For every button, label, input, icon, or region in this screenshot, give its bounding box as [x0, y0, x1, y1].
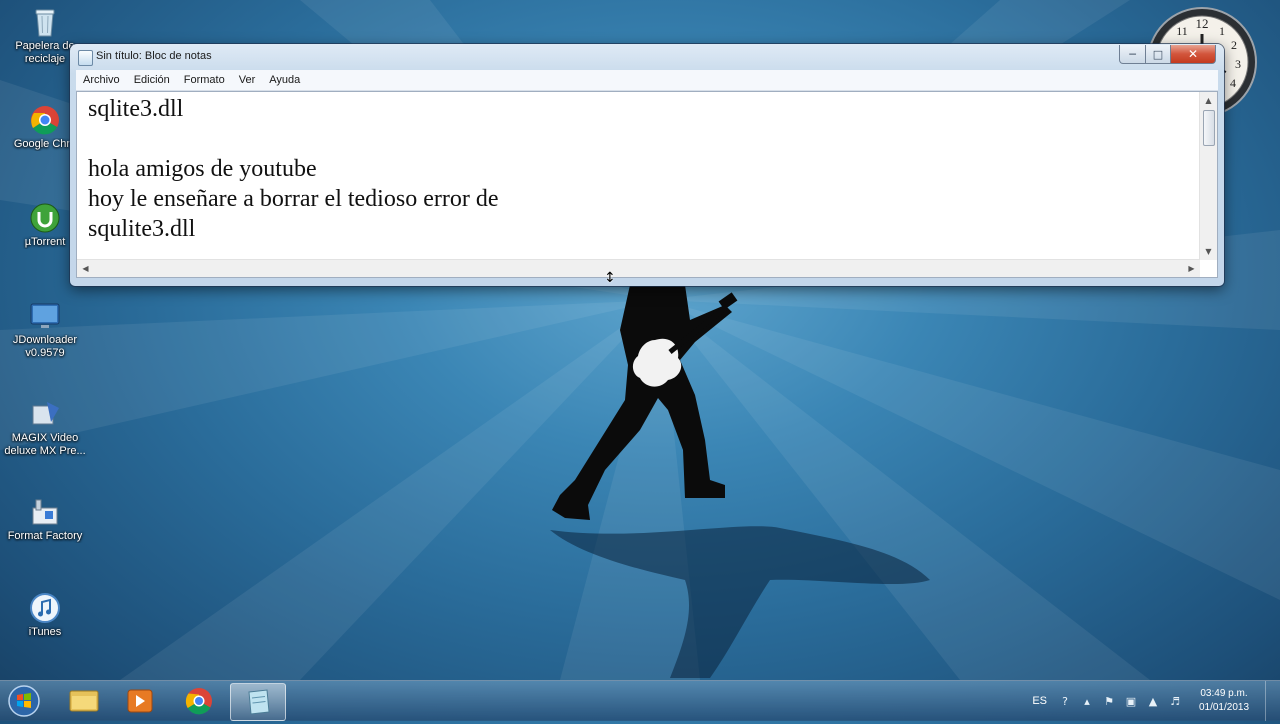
close-button[interactable]: ✕ [1171, 45, 1216, 64]
desktop-icon-magix[interactable]: MAGIX Video deluxe MX Pre... [0, 398, 90, 458]
clock-numeral: 4 [1230, 76, 1236, 90]
tray-date: 01/01/2013 [1198, 702, 1250, 713]
chrome-icon [185, 688, 212, 715]
menu-edicion[interactable]: Edición [127, 74, 177, 86]
signal-icon[interactable]: ▲ [1145, 693, 1161, 709]
recycle-bin-icon [29, 6, 61, 38]
clock-numeral: 11 [1176, 24, 1188, 38]
notepad-window[interactable]: Sin título: Bloc de notas ─ □ ✕ Archivo … [70, 44, 1224, 286]
magix-icon [29, 398, 61, 430]
taskbar-media-player[interactable] [113, 683, 167, 719]
menu-formato[interactable]: Formato [177, 74, 232, 86]
vertical-scrollbar[interactable]: ▲ ▼ [1199, 92, 1217, 260]
clock-numeral: 12 [1196, 16, 1209, 31]
desktop-icon-label: JDownloader v0.9579 [12, 334, 78, 359]
system-tray: ES ? ▴ ⚑ ▣ ▲ ♬ 03:49 p.m. 01/01/2013 [1032, 681, 1280, 721]
action-center-icon[interactable]: ⚑ [1101, 693, 1117, 709]
scroll-up-icon[interactable]: ▲ [1200, 92, 1217, 109]
text-editor[interactable]: sqlite3.dll hola amigos de youtube hoy l… [76, 91, 1218, 278]
clock-numeral: 1 [1219, 24, 1225, 38]
clock-numeral: 3 [1235, 57, 1241, 71]
window-controls: ─ □ ✕ [1119, 45, 1216, 65]
scroll-down-icon[interactable]: ▼ [1200, 243, 1217, 260]
minimize-icon: ─ [1129, 47, 1136, 61]
utorrent-icon [29, 202, 61, 234]
language-indicator[interactable]: ES [1032, 695, 1047, 707]
desktop-icon-label: iTunes [28, 626, 62, 638]
clock-numeral: 2 [1231, 38, 1237, 52]
tray-time: 03:49 p.m. [1200, 688, 1248, 699]
chrome-icon [29, 104, 61, 136]
format-factory-icon [29, 496, 61, 528]
itunes-icon [29, 592, 61, 624]
scroll-right-icon[interactable]: ▶ [1183, 260, 1200, 277]
menu-ver[interactable]: Ver [232, 74, 263, 86]
close-icon: ✕ [1187, 47, 1199, 61]
desktop-icon-jdownloader[interactable]: JDownloader v0.9579 [0, 300, 90, 360]
tray-clock[interactable]: 03:49 p.m. 01/01/2013 [1189, 687, 1259, 715]
jdownloader-icon [29, 300, 61, 332]
taskbar-notepad[interactable] [230, 683, 286, 721]
scroll-left-icon[interactable]: ◀ [77, 260, 94, 277]
resize-cursor-icon: ↕ [604, 270, 616, 286]
volume-icon[interactable]: ♬ [1167, 693, 1183, 709]
desktop-icon-format-factory[interactable]: Format Factory [0, 496, 90, 543]
guitarist-silhouette [550, 285, 930, 678]
taskbar-explorer[interactable] [57, 683, 111, 719]
desktop-icon-label: Format Factory [7, 530, 83, 542]
start-button[interactable] [4, 684, 44, 718]
desktop-icon-itunes[interactable]: iTunes [0, 592, 90, 639]
taskbar-chrome[interactable] [172, 683, 226, 719]
desktop-icon-label: MAGIX Video deluxe MX Pre... [4, 432, 86, 457]
taskbar: ES ? ▴ ⚑ ▣ ▲ ♬ 03:49 p.m. 01/01/2013 [0, 680, 1280, 721]
show-desktop-button[interactable] [1265, 681, 1280, 721]
menu-archivo[interactable]: Archivo [76, 74, 127, 86]
horizontal-scrollbar[interactable]: ◀ ▶ [77, 259, 1200, 277]
explorer-icon [69, 690, 99, 712]
network-icon[interactable]: ▣ [1123, 693, 1139, 709]
notepad-icon [78, 50, 93, 66]
maximize-icon: □ [1152, 47, 1164, 61]
help-icon[interactable]: ? [1057, 693, 1073, 709]
media-player-icon [127, 689, 153, 713]
notepad-icon [248, 689, 270, 715]
scroll-thumb[interactable] [1203, 110, 1215, 146]
window-title: Sin título: Bloc de notas [96, 50, 212, 62]
editor-text[interactable]: sqlite3.dll hola amigos de youtube hoy l… [88, 94, 1193, 253]
maximize-button[interactable]: □ [1146, 45, 1171, 64]
minimize-button[interactable]: ─ [1119, 45, 1146, 64]
menu-ayuda[interactable]: Ayuda [262, 74, 307, 86]
menu-bar: Archivo Edición Formato Ver Ayuda [76, 70, 1218, 91]
tray-arrow-icon[interactable]: ▴ [1079, 693, 1095, 709]
